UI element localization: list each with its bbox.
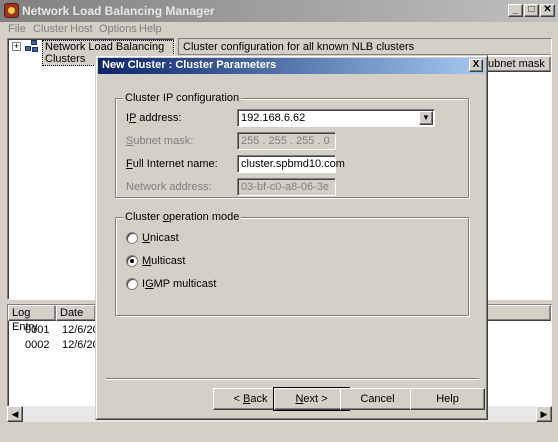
subnet-mask-label: Subnet mask:	[126, 135, 194, 147]
igmp-multicast-radio[interactable]	[126, 278, 138, 290]
details-header: Cluster configuration for all known NLB …	[179, 39, 551, 55]
dialog-title-bar: New Cluster : Cluster Parameters X	[98, 58, 485, 74]
igmp-multicast-label[interactable]: IGMP multicast	[142, 278, 216, 290]
menu-options[interactable]: Options	[99, 23, 137, 35]
details-header-text: Cluster configuration for all known NLB …	[183, 41, 415, 53]
main-window-title: Network Load Balancing Manager	[22, 4, 215, 18]
dialog-close-button[interactable]: X	[469, 59, 483, 72]
main-title-bar: Network Load Balancing Manager _ □ ✕	[0, 0, 558, 22]
subnet-mask-field[interactable]: 255 . 255 . 255 . 0	[237, 132, 336, 150]
nlb-app-icon	[4, 3, 19, 18]
operation-mode-legend: Cluster operation mode	[123, 211, 242, 223]
ip-address-combo[interactable]: 192.168.6.62 ▼	[237, 109, 435, 127]
dropdown-arrow-icon[interactable]: ▼	[419, 111, 433, 125]
close-button[interactable]: ✕	[540, 4, 555, 17]
dialog-title: New Cluster : Cluster Parameters	[102, 59, 277, 71]
unicast-radio[interactable]	[126, 232, 138, 244]
menu-cluster[interactable]: Cluster	[33, 23, 68, 35]
multicast-label[interactable]: Multicast	[142, 255, 185, 267]
column-subnet-mask[interactable]: ubnet mask	[484, 56, 551, 72]
network-address-field: 03-bf-c0-a8-06-3e	[237, 178, 336, 196]
full-internet-name-label: Full Internet name:	[126, 158, 218, 170]
ip-config-group: Cluster IP configuration IP address: 192…	[115, 92, 469, 198]
clusters-icon	[25, 40, 39, 53]
new-cluster-dialog: New Cluster : Cluster Parameters X Clust…	[95, 55, 488, 420]
scroll-left-icon[interactable]: ◀	[7, 406, 23, 422]
maximize-button[interactable]: □	[524, 4, 539, 17]
network-address-label: Network address:	[126, 181, 212, 193]
dialog-separator	[106, 378, 479, 380]
scroll-right-icon[interactable]: ▶	[536, 406, 552, 422]
unicast-label[interactable]: Unicast	[142, 232, 179, 244]
log-row-date[interactable]: 12/6/20	[62, 339, 99, 351]
menu-help[interactable]: Help	[139, 23, 162, 35]
log-row-date[interactable]: 12/6/20	[62, 324, 99, 336]
log-row-entry[interactable]: 0001	[25, 324, 49, 336]
menu-host[interactable]: Host	[70, 23, 93, 35]
menu-bar: File Cluster Host Options Help	[0, 22, 558, 38]
full-internet-name-field[interactable]: cluster.spbmd10.com	[237, 155, 345, 173]
operation-mode-group: Cluster operation mode Unicast Multicast…	[115, 211, 469, 316]
next-button[interactable]: Next >	[273, 387, 350, 411]
cancel-button[interactable]: Cancel	[340, 388, 415, 410]
tree-expand-icon[interactable]: +	[12, 42, 21, 51]
ip-config-legend: Cluster IP configuration	[123, 92, 242, 104]
ip-address-value: 192.168.6.62	[241, 112, 306, 124]
column-log-entry[interactable]: Log Entry	[8, 305, 56, 333]
help-button[interactable]: Help	[410, 388, 485, 410]
multicast-radio[interactable]	[126, 255, 138, 267]
column-date[interactable]: Date	[56, 305, 96, 321]
menu-file[interactable]: File	[8, 23, 26, 35]
log-row-entry[interactable]: 0002	[25, 339, 49, 351]
minimize-button[interactable]: _	[508, 4, 523, 17]
ip-address-label: IP address:	[126, 112, 182, 124]
